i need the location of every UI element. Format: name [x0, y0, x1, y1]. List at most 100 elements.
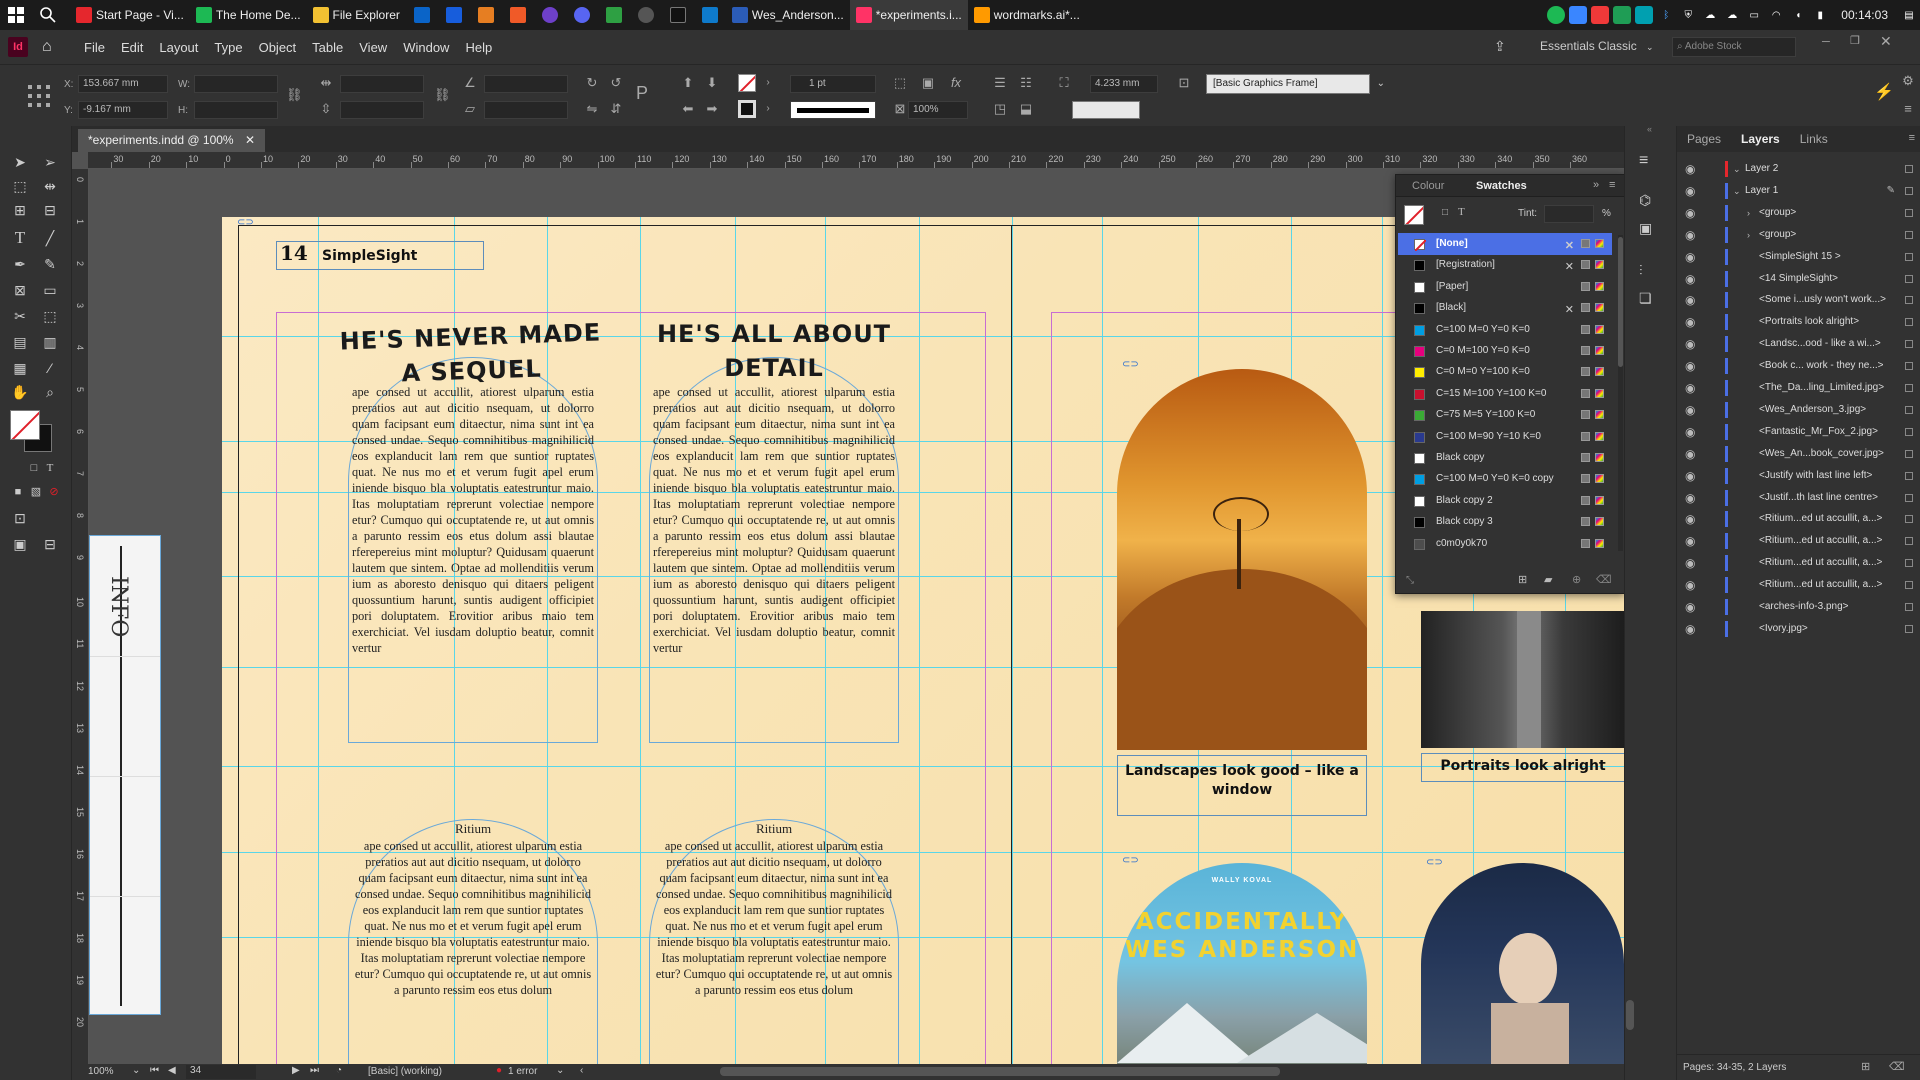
swatch-row[interactable]: C=100 M=0 Y=0 K=0	[1398, 319, 1612, 341]
pencil-tool-icon[interactable]: ✎	[40, 254, 60, 274]
scale-x-field[interactable]	[340, 75, 424, 93]
shear-field[interactable]	[484, 101, 568, 119]
shield-icon[interactable]: ⛨	[1679, 6, 1697, 24]
outlook-icon[interactable]	[412, 5, 432, 25]
gradient-swatch-tool-icon[interactable]: ▤	[10, 332, 30, 352]
maximize-button[interactable]: ❐	[1850, 34, 1860, 47]
flip-vertical-icon[interactable]: ⇵	[608, 101, 624, 117]
app-dark-icon[interactable]	[668, 5, 688, 25]
show-options-icon[interactable]: ⤡	[1406, 575, 1414, 586]
taskbar-app[interactable]: Start Page - Vi...	[70, 0, 190, 30]
object-style-icon[interactable]: ⊡	[1176, 75, 1192, 91]
wifi-icon[interactable]: ◠	[1767, 6, 1785, 24]
frame-fitting-icon[interactable]: ⬚	[892, 75, 908, 91]
select-item-box[interactable]	[1905, 427, 1913, 436]
h-field[interactable]	[194, 101, 278, 119]
opacity-field[interactable]: 100%	[908, 101, 968, 119]
link-scale-icon[interactable]: ⛓	[434, 87, 451, 103]
effects-fx-icon[interactable]: fx	[948, 75, 964, 91]
select-container-icon[interactable]: ⬆	[680, 75, 696, 91]
select-item-box[interactable]	[1905, 624, 1913, 633]
panel-menu-icon[interactable]: ≡	[1909, 132, 1915, 144]
note-tool-icon[interactable]: ▦	[10, 358, 30, 378]
select-item-box[interactable]	[1905, 340, 1913, 349]
swatch-row[interactable]: [Paper]	[1398, 276, 1612, 298]
chevron-down-icon[interactable]: ⌄	[1733, 158, 1741, 180]
vscode-icon[interactable]	[700, 5, 720, 25]
gradient-feather-tool-icon[interactable]: ▥	[40, 332, 60, 352]
home-icon[interactable]: ⌂	[42, 37, 62, 57]
eye-visibility-icon[interactable]: ◉	[1685, 202, 1695, 224]
adobe-stock-search[interactable]: ⌕ Adobe Stock	[1672, 37, 1796, 57]
swatch-row[interactable]: c0m0y0k70	[1398, 533, 1612, 555]
film-still-image-frame[interactable]	[1421, 863, 1624, 1064]
select-item-box[interactable]	[1905, 603, 1913, 611]
store-tray-icon[interactable]	[1569, 6, 1588, 24]
swatch-row[interactable]: C=75 M=5 Y=100 K=0	[1398, 404, 1612, 426]
cc-libraries-icon[interactable]: ▣	[1639, 220, 1652, 237]
app-orange-icon[interactable]	[476, 5, 496, 25]
new-color-group-icon[interactable]: ⊞	[1518, 573, 1527, 586]
tint-field[interactable]	[1544, 205, 1594, 223]
layer-row[interactable]: ◉ <Ritium...ed ut accullit, a...>	[1677, 552, 1920, 574]
chevron-left-icon[interactable]: ‹	[580, 1065, 583, 1076]
menu-layout[interactable]: Layout	[151, 40, 206, 55]
constrain-proportions-icon[interactable]: ⛓	[286, 87, 303, 103]
eye-visibility-icon[interactable]: ◉	[1685, 268, 1695, 290]
reference-point-icon[interactable]	[26, 83, 52, 109]
landscape-image-frame[interactable]	[1117, 369, 1367, 750]
battery-icon[interactable]: ▮	[1811, 6, 1829, 24]
swatch-row[interactable]: Black copy 3	[1398, 511, 1612, 533]
menu-view[interactable]: View	[351, 40, 395, 55]
error-count[interactable]: 1 error	[508, 1066, 537, 1077]
fill-swatch[interactable]	[738, 74, 756, 92]
lightning-icon[interactable]: ⚡	[1874, 85, 1894, 101]
layer-row[interactable]: ◉ <Portraits look alright>	[1677, 311, 1920, 333]
menu-table[interactable]: Table	[304, 40, 351, 55]
caption-portrait[interactable]: Portraits look alright	[1421, 753, 1624, 782]
swatch-row[interactable]: [Registration] ✕	[1398, 254, 1612, 276]
select-item-box[interactable]	[1905, 493, 1913, 502]
new-layer-icon[interactable]: ⊞	[1861, 1060, 1870, 1073]
layer-row[interactable]: ◉ <Landsc...ood - like a wi...>	[1677, 333, 1920, 355]
auto-fit-icon[interactable]: ⛶	[1056, 75, 1072, 91]
page-tool-icon[interactable]: ⬚	[10, 176, 30, 196]
workspace-switcher[interactable]: Essentials Classic ⌄	[1540, 39, 1654, 53]
eye-visibility-icon[interactable]: ◉	[1685, 465, 1695, 487]
swatch-row[interactable]: Black copy 2	[1398, 490, 1612, 512]
select-item-box[interactable]	[1905, 515, 1913, 524]
eye-visibility-icon[interactable]: ◉	[1685, 377, 1695, 399]
select-content-icon[interactable]: ⬇	[704, 75, 720, 91]
tab-layers[interactable]: Layers	[1731, 132, 1790, 146]
scissors-tool-icon[interactable]: ✂	[10, 306, 30, 326]
layer-row[interactable]: ◉ <The_Da...ling_Limited.jpg>	[1677, 377, 1920, 399]
select-item-box[interactable]	[1905, 581, 1913, 590]
rotate-icon[interactable]: ∠	[462, 75, 478, 91]
stroke-swatch[interactable]	[738, 100, 756, 118]
steam-icon[interactable]	[636, 5, 656, 25]
fill-stroke-mini-icon[interactable]	[1404, 205, 1424, 225]
settings-gear-icon[interactable]: ⚙	[1900, 73, 1916, 89]
close-tab-icon[interactable]: ✕	[245, 133, 255, 147]
taskbar-app[interactable]: wordmarks.ai*...	[968, 0, 1086, 30]
clock[interactable]: 00:14:03	[1841, 8, 1888, 22]
minimize-button[interactable]: ─	[1822, 36, 1830, 48]
rotate-field[interactable]	[484, 75, 568, 93]
object-style-select[interactable]: [Basic Graphics Frame] ⌄	[1206, 74, 1385, 94]
document-canvas[interactable]: INFO 14 SimpleSight HE'S NEVER MADE A SE…	[89, 169, 1624, 1064]
tab-swatches[interactable]: Swatches	[1476, 180, 1527, 192]
arch-link-icon[interactable]: ⊂⊃	[1122, 855, 1139, 866]
close-button[interactable]: ✕	[1880, 33, 1892, 50]
x-field[interactable]: 153.667 mm	[78, 75, 168, 93]
layer-row[interactable]: ◉ <Wes_An...book_cover.jpg>	[1677, 443, 1920, 465]
eye-visibility-icon[interactable]: ◉	[1685, 618, 1695, 640]
container-icon[interactable]: □	[1442, 207, 1448, 218]
share-icon[interactable]: ⇪	[1494, 38, 1506, 55]
text-wrap-bounding-icon[interactable]: ☷	[1018, 75, 1034, 91]
preflight-icon[interactable]: ◔	[336, 1065, 342, 1076]
eye-visibility-icon[interactable]: ◉	[1685, 333, 1695, 355]
menu-file[interactable]: File	[76, 40, 113, 55]
select-next-icon[interactable]: ➡	[704, 101, 720, 117]
tab-links[interactable]: Links	[1790, 132, 1838, 146]
menu-edit[interactable]: Edit	[113, 40, 151, 55]
